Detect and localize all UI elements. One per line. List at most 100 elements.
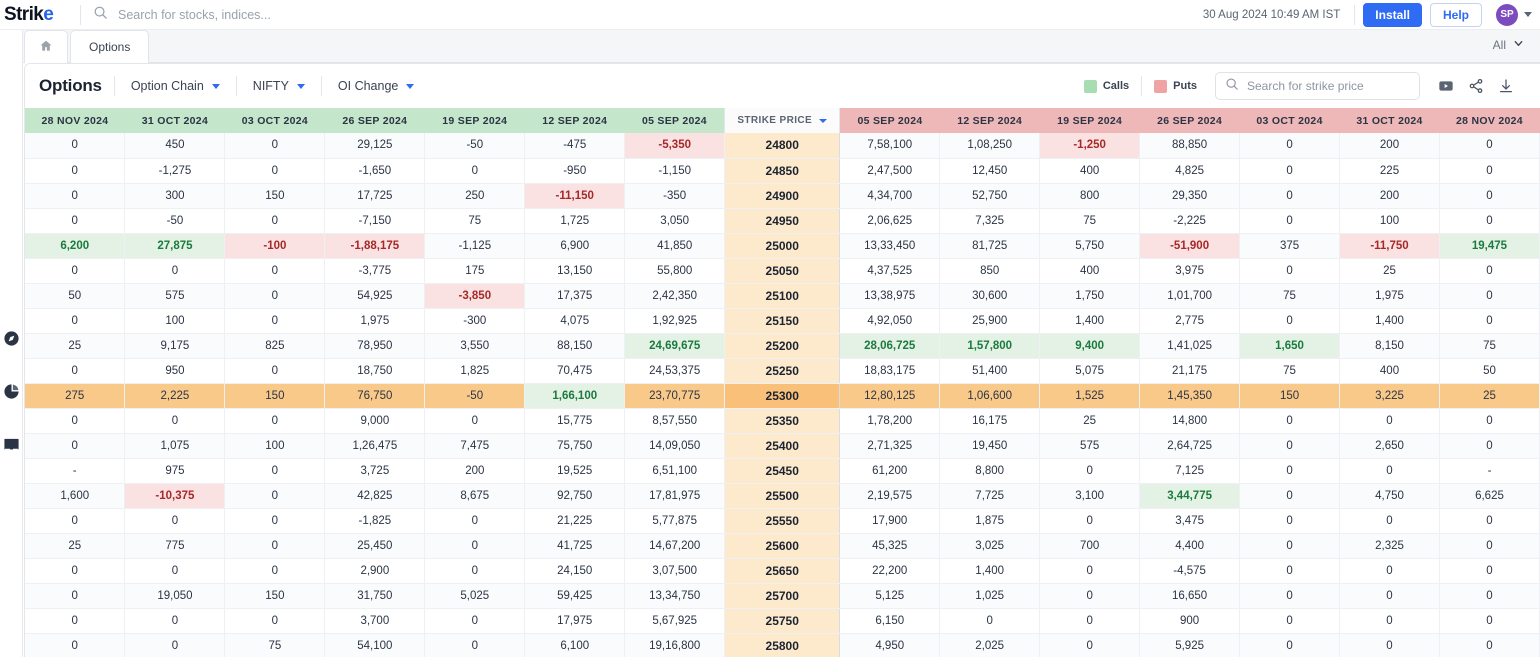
put-oi-cell[interactable]: 1,400 <box>1039 308 1141 334</box>
call-expiry-header-0[interactable]: 28 NOV 2024 <box>25 108 125 133</box>
call-oi-cell[interactable]: 17,375 <box>524 283 626 309</box>
call-oi-cell[interactable]: 0 <box>224 608 326 634</box>
put-oi-cell[interactable]: - <box>1439 458 1540 484</box>
table-row[interactable]: 0 0 75 54,100 0 6,100 19,16,800 25800 4,950 2,025… <box>25 633 1540 657</box>
call-oi-cell[interactable]: 0 <box>124 508 226 534</box>
put-expiry-header-2[interactable]: 19 SEP 2024 <box>1039 108 1140 133</box>
put-oi-cell[interactable]: 1,41,025 <box>1139 333 1241 359</box>
call-expiry-header-5[interactable]: 12 SEP 2024 <box>524 108 625 133</box>
call-oi-cell[interactable]: 175 <box>424 258 526 284</box>
put-oi-cell[interactable]: 52,750 <box>939 183 1041 209</box>
put-oi-cell[interactable]: 7,58,100 <box>839 133 941 159</box>
table-row[interactable]: 0 -1,275 0 -1,650 0 -950 -1,150 24850 2,47,500 12… <box>25 158 1540 184</box>
call-oi-cell[interactable]: 17,975 <box>524 608 626 634</box>
call-oi-cell[interactable]: 150 <box>224 183 326 209</box>
call-oi-cell[interactable]: 25 <box>25 333 126 359</box>
call-oi-cell[interactable]: 17,81,975 <box>624 483 726 509</box>
call-oi-cell[interactable]: 2,42,350 <box>624 283 726 309</box>
download-icon[interactable] <box>1498 78 1514 94</box>
call-oi-cell[interactable]: 275 <box>25 383 126 409</box>
call-oi-cell[interactable]: 31,750 <box>324 583 426 609</box>
call-oi-cell[interactable]: -350 <box>624 183 726 209</box>
call-oi-cell[interactable]: 54,100 <box>324 633 426 657</box>
put-oi-cell[interactable]: 0 <box>1439 308 1540 334</box>
call-oi-cell[interactable]: 0 <box>224 283 326 309</box>
call-oi-cell[interactable]: 2,900 <box>324 558 426 584</box>
dropdown-metric[interactable]: OI Change <box>322 79 430 93</box>
put-oi-cell[interactable]: 0 <box>1039 558 1141 584</box>
put-oi-cell[interactable]: 1,400 <box>1339 308 1440 334</box>
put-oi-cell[interactable]: -4,575 <box>1139 558 1241 584</box>
table-row[interactable]: 0 19,050 150 31,750 5,025 59,425 13,34,750 2570… <box>25 583 1540 609</box>
strike-price-cell[interactable]: 24850 <box>724 158 841 184</box>
table-row[interactable]: 50 575 0 54,925 -3,850 17,375 2,42,350 25100 13,… <box>25 283 1540 309</box>
strike-price-cell[interactable]: 25600 <box>724 533 841 559</box>
call-oi-cell[interactable]: -5,350 <box>624 133 726 159</box>
tab-home[interactable] <box>24 30 68 63</box>
put-oi-cell[interactable]: 0 <box>1039 633 1141 657</box>
book-icon[interactable] <box>3 436 20 453</box>
put-oi-cell[interactable]: 0 <box>1339 633 1440 657</box>
put-oi-cell[interactable]: 51,400 <box>939 358 1041 384</box>
call-oi-cell[interactable]: 0 <box>424 633 526 657</box>
table-row[interactable]: 25 9,175 825 78,950 3,550 88,150 24,69,675 2520… <box>25 333 1540 359</box>
call-oi-cell[interactable]: 950 <box>124 358 226 384</box>
call-oi-cell[interactable]: 300 <box>124 183 226 209</box>
put-oi-cell[interactable]: 0 <box>1239 158 1341 184</box>
call-oi-cell[interactable]: 75,750 <box>524 433 626 459</box>
put-oi-cell[interactable]: 200 <box>1339 133 1440 159</box>
put-oi-cell[interactable]: 1,750 <box>1039 283 1141 309</box>
put-expiry-header-4[interactable]: 03 OCT 2024 <box>1239 108 1340 133</box>
table-row[interactable]: 0 0 0 -3,775 175 13,150 55,800 25050 4,37,525 850… <box>25 258 1540 284</box>
put-oi-cell[interactable]: 0 <box>1439 583 1540 609</box>
put-oi-cell[interactable]: 1,45,350 <box>1139 383 1241 409</box>
put-oi-cell[interactable]: 0 <box>1339 508 1440 534</box>
put-oi-cell[interactable]: 0 <box>1439 558 1540 584</box>
put-oi-cell[interactable]: 0 <box>1039 458 1141 484</box>
put-oi-cell[interactable]: 1,025 <box>939 583 1041 609</box>
call-oi-cell[interactable]: 78,950 <box>324 333 426 359</box>
call-oi-cell[interactable]: -3,850 <box>424 283 526 309</box>
put-oi-cell[interactable]: 0 <box>1239 208 1341 234</box>
put-oi-cell[interactable]: 7,125 <box>1139 458 1241 484</box>
call-oi-cell[interactable]: 0 <box>25 583 126 609</box>
call-oi-cell[interactable]: 100 <box>224 433 326 459</box>
call-oi-cell[interactable]: 3,07,500 <box>624 558 726 584</box>
call-oi-cell[interactable]: 0 <box>25 358 126 384</box>
put-oi-cell[interactable]: 8,150 <box>1339 333 1440 359</box>
call-oi-cell[interactable]: 0 <box>124 258 226 284</box>
call-oi-cell[interactable]: 70,475 <box>524 358 626 384</box>
put-oi-cell[interactable]: 2,775 <box>1139 308 1241 334</box>
call-oi-cell[interactable]: 9,000 <box>324 408 426 434</box>
call-oi-cell[interactable]: 3,700 <box>324 608 426 634</box>
call-oi-cell[interactable]: 75 <box>224 633 326 657</box>
put-oi-cell[interactable]: 0 <box>1439 183 1540 209</box>
call-oi-cell[interactable]: 92,750 <box>524 483 626 509</box>
put-oi-cell[interactable]: 0 <box>1439 158 1540 184</box>
put-expiry-header-3[interactable]: 26 SEP 2024 <box>1139 108 1240 133</box>
call-oi-cell[interactable]: 1,66,100 <box>524 383 626 409</box>
call-oi-cell[interactable]: 6,900 <box>524 233 626 259</box>
put-oi-cell[interactable]: 4,400 <box>1139 533 1241 559</box>
put-oi-cell[interactable]: 4,750 <box>1339 483 1440 509</box>
tab-filter[interactable]: All <box>1493 36 1540 62</box>
call-oi-cell[interactable]: 0 <box>25 508 126 534</box>
put-oi-cell[interactable]: 7,325 <box>939 208 1041 234</box>
put-oi-cell[interactable]: 5,925 <box>1139 633 1241 657</box>
call-oi-cell[interactable]: 100 <box>124 308 226 334</box>
call-oi-cell[interactable]: 450 <box>124 133 226 159</box>
put-oi-cell[interactable]: 100 <box>1339 208 1440 234</box>
put-oi-cell[interactable]: 0 <box>1339 408 1440 434</box>
strike-price-cell[interactable]: 25650 <box>724 558 841 584</box>
strike-price-cell[interactable]: 25700 <box>724 583 841 609</box>
put-oi-cell[interactable]: 8,800 <box>939 458 1041 484</box>
call-oi-cell[interactable]: 0 <box>424 533 526 559</box>
avatar[interactable]: SP <box>1496 3 1518 26</box>
put-oi-cell[interactable]: 400 <box>1039 158 1141 184</box>
put-oi-cell[interactable]: 0 <box>1439 533 1540 559</box>
call-oi-cell[interactable]: 0 <box>224 558 326 584</box>
put-oi-cell[interactable]: 0 <box>1239 433 1341 459</box>
call-oi-cell[interactable]: 5,67,925 <box>624 608 726 634</box>
put-oi-cell[interactable]: 0 <box>1239 608 1341 634</box>
call-oi-cell[interactable]: -950 <box>524 158 626 184</box>
